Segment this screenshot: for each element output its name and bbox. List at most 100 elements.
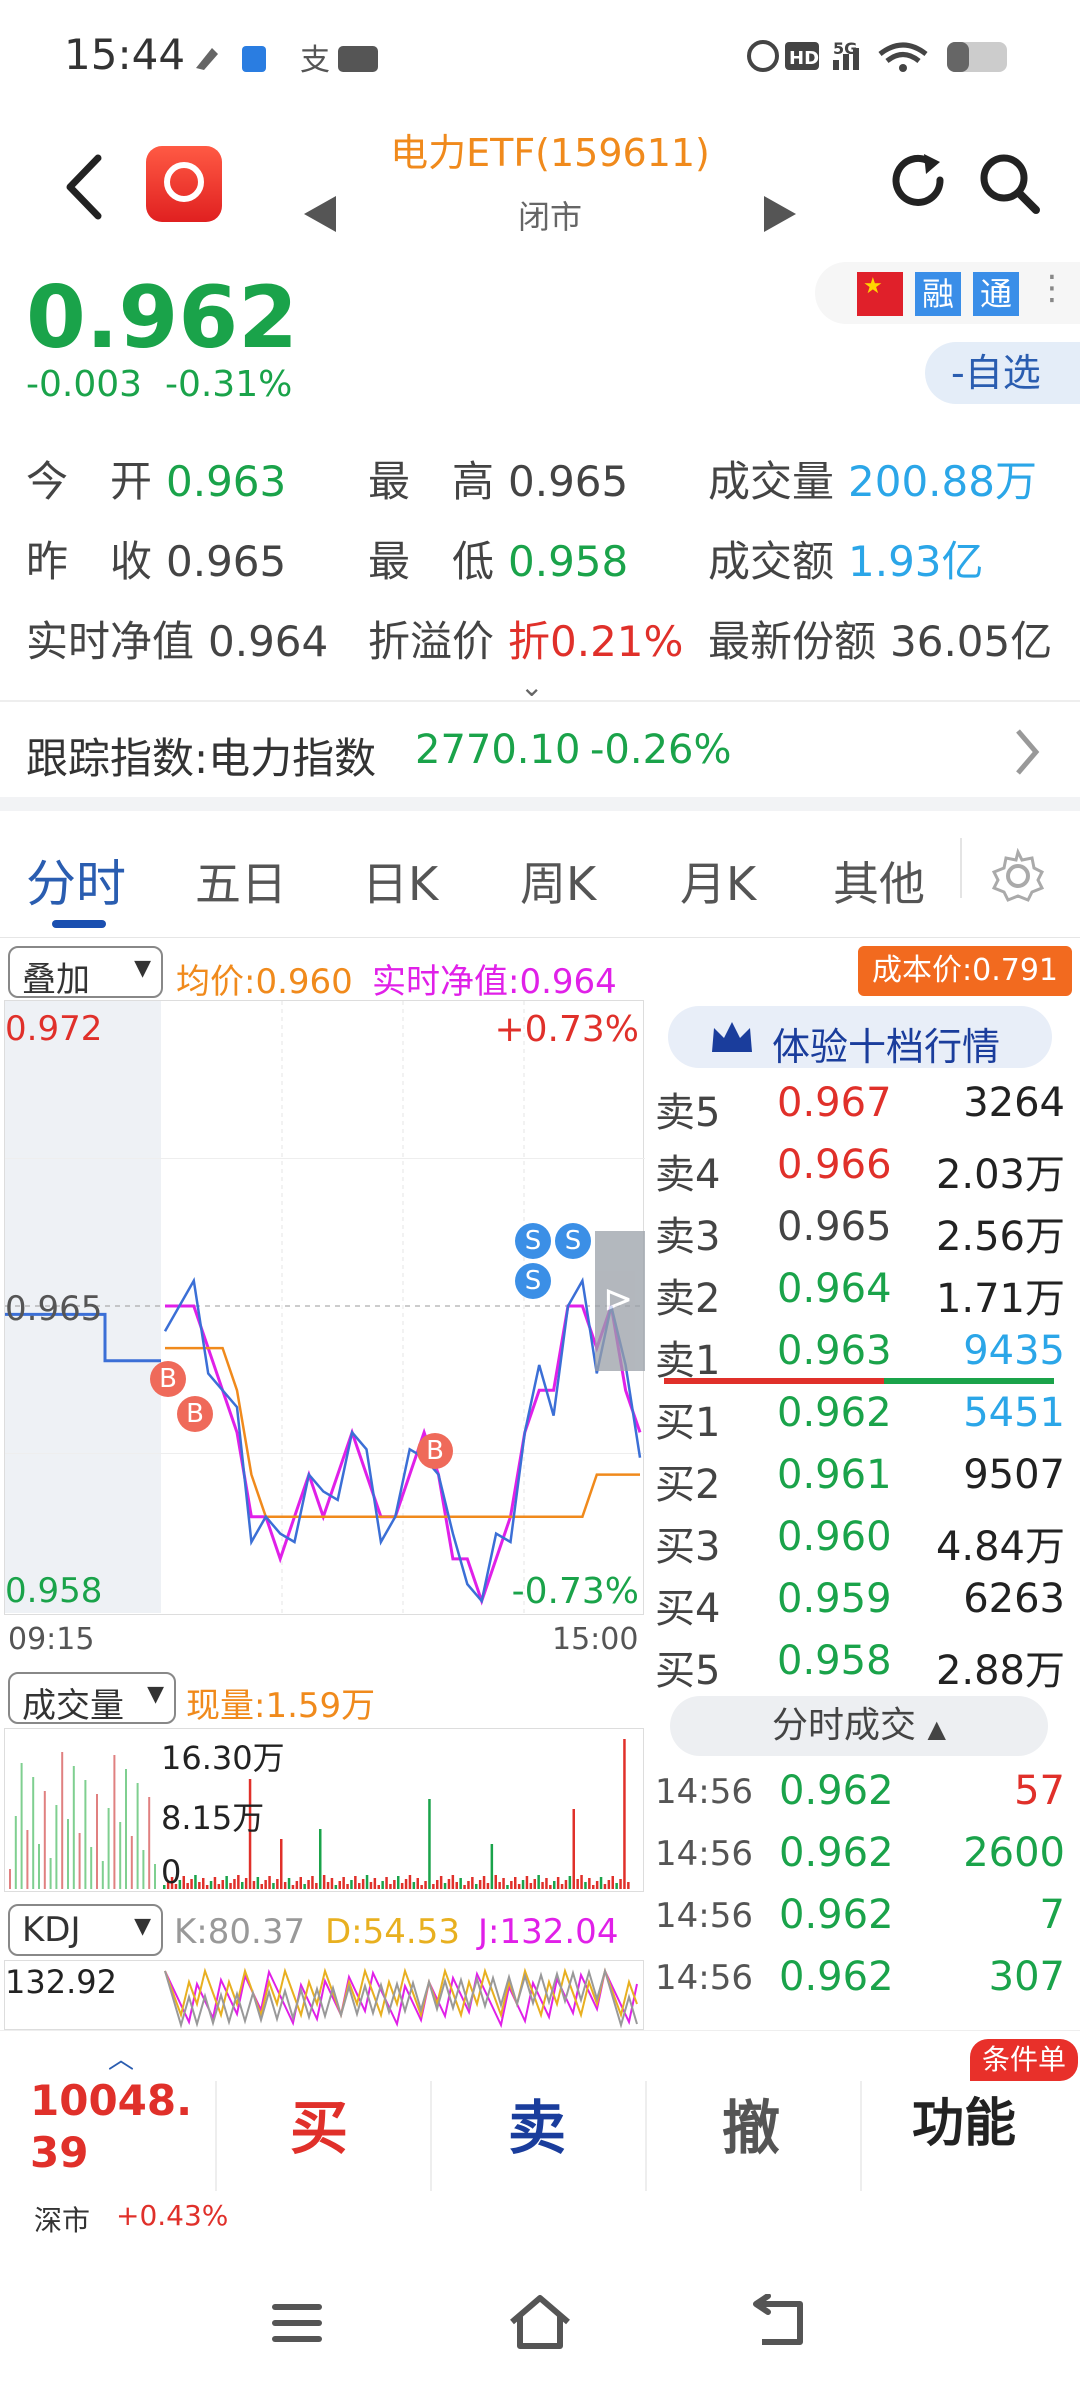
premarket-volume-bar [9, 1869, 11, 1889]
volume-bar [584, 1882, 587, 1889]
volume-bar [568, 1876, 572, 1889]
volume-bar [514, 1877, 517, 1889]
tab-week-k[interactable]: 周K [520, 848, 596, 914]
volume-bar [615, 1883, 618, 1889]
back-nav-icon[interactable] [750, 2294, 810, 2350]
bid-row-2[interactable]: 买2 0.961 9507 [655, 1452, 1065, 1514]
ten-level-banner[interactable]: 体验十档行情 [668, 1006, 1052, 1069]
premarket-volume-bar [43, 1791, 46, 1889]
volume-bar [432, 1884, 435, 1889]
volume-bar [576, 1879, 579, 1889]
tab-other[interactable]: 其他 [833, 848, 925, 914]
sell-marker-icon[interactable]: S [515, 1223, 551, 1259]
cost-price-badge[interactable]: 成本价:0.791 [858, 946, 1072, 996]
volume-bar [217, 1884, 221, 1889]
volume-bar [443, 1883, 447, 1889]
tab-five-day[interactable]: 五日 [195, 848, 287, 914]
premarket-volume-bar [130, 1836, 133, 1889]
volume-bar [545, 1878, 548, 1889]
premarket-volume-bar [72, 1766, 75, 1889]
volume-bar [588, 1878, 591, 1889]
buy-marker-icon[interactable]: B [177, 1396, 213, 1432]
trade-row: 14:56 0.962 7 [655, 1892, 1065, 1938]
volume-bar [280, 1839, 283, 1889]
chevron-up-icon: ︿ [108, 2045, 135, 2075]
next-stock-icon[interactable] [760, 192, 800, 236]
change-value: -0.003 [26, 364, 143, 405]
volume-bar [408, 1875, 412, 1889]
menu-icon[interactable] [270, 2300, 326, 2348]
volume-bar [354, 1876, 357, 1889]
volume-select[interactable]: 成交量 ▼ [8, 1672, 176, 1726]
time-axis-start: 09:15 [8, 1622, 95, 1657]
function-button[interactable]: 功能 [912, 2081, 1016, 2156]
settings-gear-icon[interactable] [990, 848, 1046, 904]
search-icon[interactable] [976, 150, 1042, 216]
margin-badge[interactable]: 融 [915, 272, 961, 316]
volume-bar [553, 1881, 556, 1889]
bid-row-5[interactable]: 买5 0.958 2.88万 [655, 1638, 1065, 1700]
nav-line [163, 1276, 642, 1604]
tab-day-k[interactable]: 日K [362, 848, 438, 914]
bid-row-4[interactable]: 买4 0.959 6263 [655, 1576, 1065, 1638]
connect-badge[interactable]: 通 [973, 272, 1019, 316]
overlay-select[interactable]: 叠加 ▼ [8, 946, 163, 1000]
volume-bar [338, 1881, 341, 1889]
premarket-volume-bar [119, 1822, 122, 1889]
back-icon[interactable] [60, 152, 110, 222]
volume-bar [611, 1876, 614, 1889]
intraday-chart[interactable]: 0.972 0.965 0.958 +0.73% -0.73% ⊳ S S S … [4, 1000, 645, 1615]
volume-bar [517, 1884, 521, 1889]
trade-row: 14:56 0.962 2600 [655, 1830, 1065, 1876]
more-icon[interactable]: ⋮ [1035, 268, 1069, 308]
volume-bar [287, 1878, 291, 1889]
tab-month-k[interactable]: 月K [680, 848, 756, 914]
bid-row-1[interactable]: 买1 0.962 5451 [655, 1390, 1065, 1452]
ask-row-4[interactable]: 卖4 0.966 2.03万 [655, 1142, 1065, 1204]
cancel-order-button[interactable]: 撤 [722, 2081, 780, 2165]
tab-intraday[interactable]: 分时 [26, 844, 126, 916]
market-index-widget[interactable]: ︿ 10048.39 深市 +0.43% [0, 2031, 228, 2241]
prev-stock-icon[interactable] [300, 192, 340, 236]
volume-bar [541, 1882, 544, 1889]
kdj-select[interactable]: KDJ ▼ [8, 1904, 163, 1956]
volume-bar [436, 1880, 439, 1889]
home-icon[interactable] [506, 2292, 574, 2352]
trade-row: 14:56 0.962 307 [655, 1954, 1065, 2000]
premarket-volume-bar [142, 1850, 145, 1889]
tracking-index-row[interactable]: 跟踪指数:电力指数 2770.10 -0.26% [0, 705, 1080, 797]
sell-button[interactable]: 卖 [508, 2081, 566, 2165]
stat-prev-close: 昨 收 0.965 [26, 537, 287, 586]
ask-row-3[interactable]: 卖3 0.965 2.56万 [655, 1204, 1065, 1266]
volume-bar [315, 1883, 318, 1889]
stock-logo [146, 146, 222, 222]
volume-bar [369, 1882, 373, 1889]
volume-bar [529, 1883, 533, 1889]
premarket-volume-bar [78, 1833, 81, 1889]
watchlist-remove-button[interactable]: -自选 [925, 342, 1080, 404]
volume-axis-max: 16.30万 [161, 1739, 285, 1777]
bid-row-3[interactable]: 买3 0.960 4.84万 [655, 1514, 1065, 1576]
buy-marker-icon[interactable]: B [150, 1361, 186, 1397]
sell-marker-icon[interactable]: S [555, 1223, 591, 1259]
badge-bar: ★ 融 通 ⋮ [815, 262, 1080, 324]
ask-row-2[interactable]: 卖2 0.964 1.71万 [655, 1266, 1065, 1328]
time-sales-toggle[interactable]: 分时成交 ▲ [670, 1696, 1048, 1756]
volume-bar [260, 1884, 263, 1889]
kdj-chart[interactable]: 132.92 [4, 1960, 644, 2030]
tracking-index-pct: -0.26% [590, 727, 732, 773]
volume-bar [502, 1878, 505, 1889]
buy-button[interactable]: 买 [290, 2081, 348, 2165]
buy-marker-icon[interactable]: B [417, 1433, 453, 1469]
conditional-order-badge[interactable]: 条件单 [970, 2039, 1078, 2081]
volume-bar [346, 1884, 349, 1889]
ask-row-5[interactable]: 卖5 0.967 3264 [655, 1080, 1065, 1142]
expand-chevron-icon[interactable]: ⌄ [520, 670, 543, 703]
volume-bar [209, 1881, 213, 1889]
sell-marker-icon[interactable]: S [515, 1263, 551, 1299]
volume-chart[interactable]: 16.30万 8.15万 0 [4, 1728, 644, 1892]
avg-price-label: 均价:0.960 [176, 962, 353, 1002]
refresh-icon[interactable] [888, 150, 952, 214]
chart-expand-handle[interactable]: ⊳ [595, 1231, 645, 1371]
volume-bar [533, 1879, 536, 1889]
